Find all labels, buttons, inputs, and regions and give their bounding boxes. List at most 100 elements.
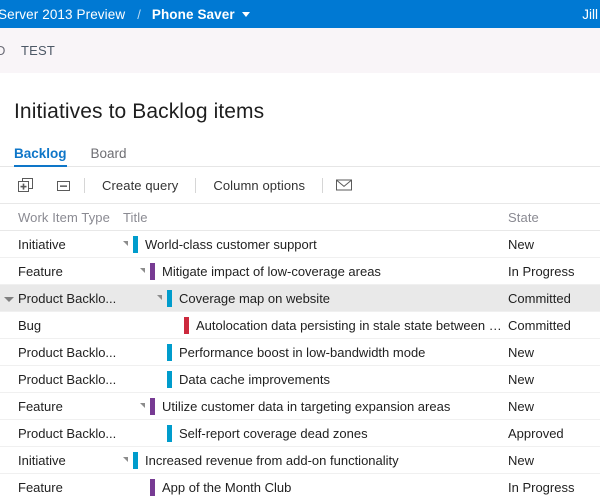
row-selector-cell[interactable] — [0, 339, 18, 366]
row-selector-cell[interactable] — [0, 285, 18, 312]
cell-state: New — [508, 339, 600, 366]
table-row[interactable]: Product Backlo...Data cache improvements… — [0, 366, 600, 393]
row-selector-cell[interactable] — [0, 474, 18, 500]
table-row[interactable]: Bug Autolocation data persisting in stale… — [0, 312, 600, 339]
row-selector-cell[interactable] — [0, 366, 18, 393]
email-button[interactable] — [331, 173, 357, 197]
cell-work-item-type: Product Backlo... — [18, 339, 123, 366]
nav-item-test[interactable]: TEST — [21, 43, 55, 58]
cell-work-item-type: Product Backlo... — [18, 420, 123, 447]
breadcrumb-collection[interactable]: Server 2013 Preview — [0, 7, 125, 22]
work-item-type-color-bar — [167, 425, 172, 442]
row-selector-cell[interactable] — [0, 420, 18, 447]
column-options-button[interactable]: Column options — [204, 173, 314, 197]
cell-work-item-type: Feature — [18, 393, 123, 420]
breadcrumb-separator: / — [137, 7, 141, 22]
cell-state: New — [508, 447, 600, 474]
title-tree-node: Mitigate impact of low-coverage areas — [123, 258, 508, 284]
project-navigation-bar: D TEST — [0, 28, 600, 73]
work-item-title-link[interactable]: Coverage map on website — [179, 291, 330, 306]
expand-all-button[interactable] — [12, 173, 38, 197]
grid-body: InitiativeWorld-class customer supportNe… — [0, 231, 600, 500]
work-item-type-color-bar — [133, 452, 138, 469]
pivot-tabs: Backlog Board — [0, 141, 600, 167]
toolbar-divider — [195, 178, 196, 193]
row-selector-cell[interactable] — [0, 258, 18, 285]
title-tree-node: World-class customer support — [123, 231, 508, 257]
cell-title: Mitigate impact of low-coverage areas — [123, 258, 508, 285]
cell-state: New — [508, 231, 600, 258]
table-row[interactable]: FeatureApp of the Month ClubIn Progress — [0, 474, 600, 500]
grid-toolbar: Create query Column options — [0, 167, 600, 204]
column-header-state[interactable]: State — [508, 204, 600, 230]
work-item-type-color-bar — [167, 371, 172, 388]
cell-title: Increased revenue from add-on functional… — [123, 447, 508, 474]
column-header-title[interactable]: Title — [123, 204, 508, 230]
tree-collapse-arrow-icon[interactable] — [140, 403, 145, 408]
work-item-type-color-bar — [167, 290, 172, 307]
cell-state: In Progress — [508, 258, 600, 285]
tree-collapse-arrow-icon[interactable] — [123, 457, 128, 462]
tab-backlog[interactable]: Backlog — [14, 146, 67, 166]
table-row[interactable]: InitiativeIncreased revenue from add-on … — [0, 447, 600, 474]
email-icon — [335, 178, 353, 192]
table-row[interactable]: Feature Utilize customer data in targetin… — [0, 393, 600, 420]
title-tree-node: Performance boost in low-bandwidth mode — [123, 339, 508, 365]
work-item-title-link[interactable]: Mitigate impact of low-coverage areas — [162, 264, 381, 279]
cell-state: Approved — [508, 420, 600, 447]
cell-title: World-class customer support — [123, 231, 508, 258]
cell-title: Coverage map on website — [123, 285, 508, 312]
cell-work-item-type: Feature — [18, 474, 123, 500]
topbar-right-group: Jill — [582, 0, 598, 28]
table-row[interactable]: InitiativeWorld-class customer supportNe… — [0, 231, 600, 258]
cell-title: Utilize customer data in targeting expan… — [123, 393, 508, 420]
cell-title: Autolocation data persisting in stale st… — [123, 312, 508, 339]
tree-collapse-arrow-icon[interactable] — [140, 268, 145, 273]
row-selector-cell[interactable] — [0, 231, 18, 258]
cell-title: Performance boost in low-bandwidth mode — [123, 339, 508, 366]
table-row[interactable]: Product Backlo... Performance boost in lo… — [0, 339, 600, 366]
collapse-all-button[interactable] — [50, 173, 76, 197]
title-tree-node: Increased revenue from add-on functional… — [123, 447, 508, 473]
work-item-title-link[interactable]: Utilize customer data in targeting expan… — [162, 399, 450, 414]
breadcrumb: Server 2013 Preview / Phone Saver — [0, 7, 250, 22]
work-item-title-link[interactable]: Performance boost in low-bandwidth mode — [179, 345, 425, 360]
title-tree-node: Self-report coverage dead zones — [123, 420, 508, 446]
work-item-title-link[interactable]: World-class customer support — [145, 237, 317, 252]
grid-header-selector — [0, 204, 18, 230]
nav-item-clipped[interactable]: D — [0, 43, 6, 58]
work-item-title-link[interactable]: Self-report coverage dead zones — [179, 426, 368, 441]
column-header-work-item-type[interactable]: Work Item Type — [18, 204, 123, 230]
main-content: Initiatives to Backlog items Backlog Boa… — [0, 73, 600, 500]
work-item-type-color-bar — [184, 317, 189, 334]
table-row[interactable]: Feature Mitigate impact of low-coverage a… — [0, 258, 600, 285]
title-tree-node: Utilize customer data in targeting expan… — [123, 393, 508, 419]
tree-collapse-arrow-icon[interactable] — [157, 295, 162, 300]
tree-collapse-arrow-icon[interactable] — [123, 241, 128, 246]
cell-state: New — [508, 366, 600, 393]
create-query-button[interactable]: Create query — [93, 173, 187, 197]
grid-header: Work Item Type Title State — [0, 204, 600, 231]
breadcrumb-project[interactable]: Phone Saver — [152, 7, 235, 22]
work-item-type-color-bar — [167, 344, 172, 361]
row-selector-cell[interactable] — [0, 393, 18, 420]
work-item-title-link[interactable]: Autolocation data persisting in stale st… — [196, 318, 508, 333]
row-selector-cell[interactable] — [0, 447, 18, 474]
table-row[interactable]: Product Backlo... Self-report coverage de… — [0, 420, 600, 447]
tab-board[interactable]: Board — [91, 146, 127, 166]
top-navigation-bar: Server 2013 Preview / Phone Saver Jill — [0, 0, 600, 28]
cell-state: New — [508, 393, 600, 420]
chevron-down-icon[interactable] — [242, 12, 250, 17]
table-row[interactable]: Product Backlo...Coverage map on website… — [0, 285, 600, 312]
work-item-title-link[interactable]: Data cache improvements — [179, 372, 330, 387]
cell-title: Data cache improvements — [123, 366, 508, 393]
row-context-chevron-down-icon[interactable] — [4, 297, 14, 302]
user-name[interactable]: Jill — [582, 7, 598, 22]
cell-work-item-type: Bug — [18, 312, 123, 339]
page-title: Initiatives to Backlog items — [0, 73, 600, 124]
work-item-title-link[interactable]: App of the Month Club — [162, 480, 291, 495]
row-selector-cell[interactable] — [0, 312, 18, 339]
work-item-title-link[interactable]: Increased revenue from add-on functional… — [145, 453, 399, 468]
collapse-all-icon — [55, 177, 72, 194]
cell-work-item-type: Feature — [18, 258, 123, 285]
